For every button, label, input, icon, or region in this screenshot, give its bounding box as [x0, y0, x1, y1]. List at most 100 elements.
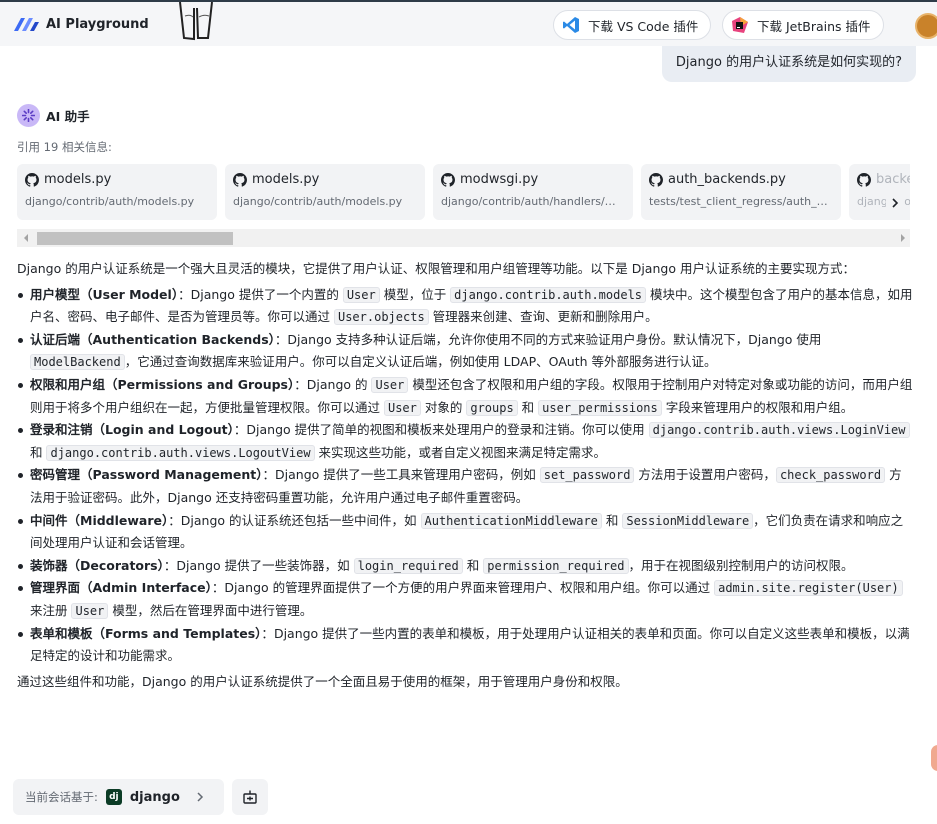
- item-separator: ：: [274, 331, 288, 347]
- citation-card[interactable]: auth_backends.py tests/test_client_regre…: [641, 164, 841, 220]
- answer-outro: 通过这些组件和功能，Django 的用户认证系统提供了一个全面且易于使用的框架，…: [17, 673, 628, 689]
- item-text: Django 的管理界面提供了一个方便的用户界面来管理用户、权限和用户组。你可以…: [224, 580, 715, 596]
- item-text: 来注册: [30, 602, 72, 618]
- ai-avatar: [17, 104, 40, 127]
- item-text: 和: [601, 512, 623, 528]
- item-text: 模型，位于: [379, 286, 451, 302]
- item-title: 认证后端（Authentication Backends）: [30, 331, 275, 347]
- citation-card[interactable]: modwsgi.py django/contrib/auth/handlers/…: [433, 164, 633, 220]
- citation-path: django/contrib/auth/models.py: [25, 195, 195, 208]
- item-text: Django 提供了一些装饰器，如: [176, 557, 354, 573]
- item-text: 和: [462, 557, 484, 573]
- vscode-plugin-label: 下载 VS Code 插件: [588, 18, 699, 34]
- context-settings-button[interactable]: [232, 779, 268, 815]
- assistant-header: AI 助手: [17, 104, 90, 127]
- item-text: 模型，然后在管理界面中进行管理。: [108, 602, 313, 618]
- github-icon: [25, 172, 39, 187]
- inline-code: set_password: [539, 467, 635, 484]
- item-title: 密码管理（Password Management）: [30, 467, 263, 483]
- github-icon: [857, 172, 871, 187]
- item-text: 方法用于设置用户密码，: [634, 467, 776, 483]
- scroll-right-icon[interactable]: [898, 233, 908, 243]
- django-logo-icon: dj: [105, 789, 122, 805]
- chevron-right-icon: [197, 792, 203, 802]
- item-separator: ：: [168, 512, 181, 528]
- inline-code: user_permissions: [538, 399, 662, 416]
- citation-title: auth_backends.py: [668, 172, 786, 187]
- citation-card[interactable]: models.py django/contrib/auth/models.py: [17, 164, 217, 220]
- item-separator: ：: [262, 467, 276, 483]
- citation-count: 引用 19 相关信息:: [17, 140, 112, 154]
- citations-next-button[interactable]: [886, 193, 904, 213]
- citation-title-row: models.py: [25, 172, 209, 187]
- answer-intro: Django 的用户认证系统是一个强大且灵活的模块，它提供了用户认证、权限管理和…: [17, 261, 855, 276]
- inline-code: User: [383, 399, 421, 416]
- answer-list: 用户模型（User Model）：Django 提供了一个内置的 User 模型…: [17, 284, 914, 668]
- vscode-icon: [563, 17, 579, 33]
- item-title: 登录和注销（Login and Logout）: [30, 422, 234, 438]
- context-settings-icon: [243, 790, 257, 804]
- scroll-left-icon[interactable]: [21, 233, 31, 243]
- answer-list-item: 中间件（Middleware）：Django 的认证系统还包括一些中间件，如 A…: [17, 510, 914, 555]
- item-text: 和: [30, 444, 47, 460]
- item-text: Django 提供了简单的视图和模板来处理用户的登录和注销。你可以使用: [246, 422, 649, 438]
- assistant-answer: Django 的用户认证系统是一个强大且灵活的模块，它提供了用户认证、权限管理和…: [17, 258, 914, 693]
- jetbrains-plugin-label: 下载 JetBrains 插件: [757, 18, 871, 34]
- inline-code: django.contrib.auth.views.LogoutView: [46, 444, 315, 461]
- item-title: 权限和用户组（Permissions and Groups）: [30, 376, 295, 392]
- item-text: 来实现这些功能，或者自定义视图来满足特定需求。: [314, 444, 607, 460]
- answer-list-item: 用户模型（User Model）：Django 提供了一个内置的 User 模型…: [17, 284, 914, 329]
- citations-scrollbar[interactable]: [17, 229, 910, 247]
- user-avatar[interactable]: [915, 13, 937, 39]
- citation-title-row: models.py: [233, 172, 417, 187]
- vscode-plugin-button[interactable]: 下载 VS Code 插件: [553, 10, 712, 40]
- item-separator: ：: [178, 286, 191, 302]
- floating-assistant-handle[interactable]: [931, 745, 937, 771]
- jetbrains-plugin-button[interactable]: 下载 JetBrains 插件: [722, 10, 884, 40]
- ai-sparkle-icon: [22, 109, 35, 122]
- inline-code: ModelBackend: [30, 354, 125, 371]
- item-separator: ：: [163, 557, 177, 573]
- github-icon: [233, 172, 247, 187]
- citation-path: django/contrib/auth/handlers/modwsgi.py: [441, 195, 625, 208]
- item-title: 用户模型（User Model）: [30, 286, 179, 302]
- context-repo-name: django: [129, 789, 180, 805]
- inline-code: groups: [466, 399, 518, 416]
- assistant-name: AI 助手: [46, 109, 90, 124]
- inline-code: login_required: [353, 557, 463, 574]
- scrollbar-thumb[interactable]: [37, 232, 233, 245]
- item-text: Django 的: [306, 376, 372, 392]
- citation-title: modwsgi.py: [460, 172, 539, 187]
- inline-code: User: [342, 286, 380, 303]
- citation-card[interactable]: models.py django/contrib/auth/models.py: [225, 164, 425, 220]
- item-title: 中间件（Middleware）: [30, 512, 169, 528]
- answer-list-item: 装饰器（Decorators）：Django 提供了一些装饰器，如 login_…: [17, 555, 914, 578]
- citation-title-row: modwsgi.py: [441, 172, 625, 187]
- item-title: 表单和模板（Forms and Templates）: [30, 625, 262, 641]
- context-label: 当前会话基于:: [25, 790, 98, 804]
- item-text: 字段来管理用户的权限和用户组。: [661, 399, 854, 415]
- session-context[interactable]: 当前会话基于: dj django: [13, 779, 224, 815]
- item-title: 装饰器（Decorators）: [30, 557, 164, 573]
- answer-list-item: 表单和模板（Forms and Templates）：Django 提供了一些内…: [17, 623, 914, 668]
- inline-code: User: [371, 376, 409, 393]
- citation-path: tests/test_client_regress/auth_backends.…: [649, 195, 833, 208]
- item-text: ，它通过查询数据库来验证用户。你可以自定义认证后端，例如使用 LDAP、OAut…: [124, 354, 717, 370]
- citation-title-row: auth_backends.py: [649, 172, 833, 187]
- answer-list-item: 认证后端（Authentication Backends）：Django 支持多…: [17, 329, 914, 374]
- top-bar: AI Playground 下载 VS Code 插件 下载 JetBrains…: [0, 0, 937, 46]
- app-title: AI Playground: [46, 16, 149, 32]
- citation-title: models.py: [44, 172, 112, 187]
- inline-code: admin.site.register(User): [714, 580, 903, 597]
- user-question-bubble: Django 的用户认证系统是如何实现的?: [661, 46, 916, 82]
- answer-list-item: 权限和用户组（Permissions and Groups）：Django 的 …: [17, 374, 914, 419]
- app-logo[interactable]: AI Playground: [12, 15, 149, 33]
- item-text: 和: [517, 399, 539, 415]
- inline-code: django.contrib.auth.views.LoginView: [648, 422, 910, 439]
- inline-code: check_password: [775, 467, 886, 484]
- inline-code: django.contrib.auth.models: [450, 286, 647, 303]
- item-text: Django 提供了一个内置的: [190, 286, 343, 302]
- answer-list-item: 密码管理（Password Management）：Django 提供了一些工具…: [17, 464, 914, 509]
- item-text: 对象的: [420, 399, 467, 415]
- inline-code: permission_required: [483, 557, 629, 574]
